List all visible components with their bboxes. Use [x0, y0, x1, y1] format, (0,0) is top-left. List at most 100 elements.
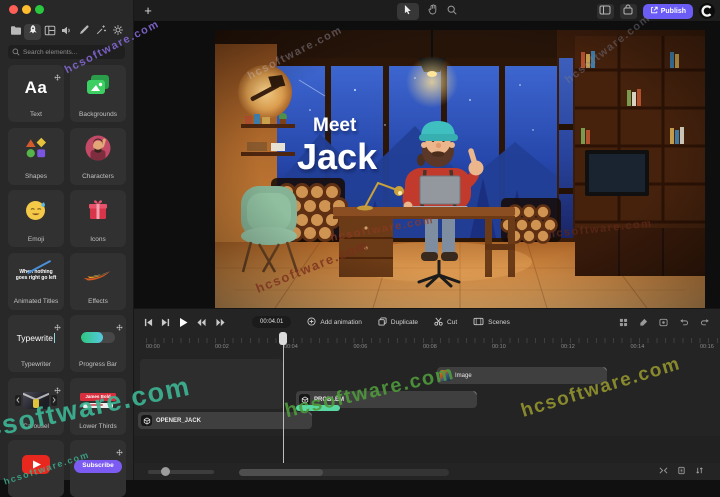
duplicate-icon [378, 317, 387, 328]
hand-tool-button[interactable] [428, 2, 438, 20]
tile-shapes[interactable]: Shapes [8, 128, 64, 185]
tile-label: Lower Thirds [70, 424, 126, 431]
tile-subscribe[interactable]: Subscribe [70, 440, 126, 497]
maximize-window-button[interactable] [35, 5, 44, 14]
tile-label: Text [8, 112, 64, 119]
zoom-slider-knob[interactable] [161, 467, 170, 476]
export-icon [650, 6, 658, 16]
timeline-right-tools [619, 318, 710, 327]
draw-tab[interactable] [75, 24, 92, 40]
magnifier-icon [447, 2, 457, 20]
scenes-button[interactable]: Scenes [473, 317, 510, 328]
tile-label: Animated Titles [8, 299, 64, 306]
close-window-button[interactable] [9, 5, 18, 14]
duplicate-button[interactable]: Duplicate [378, 317, 418, 328]
timeline-bottom-bar [134, 462, 720, 480]
fit-timeline-button[interactable] [659, 466, 668, 475]
plus-circle-icon [307, 317, 316, 328]
scissors-icon [434, 317, 443, 328]
tile-lower-thirds[interactable]: James Bold Lower Thirds [70, 378, 126, 435]
account-avatar[interactable] [699, 3, 715, 19]
active-scene-region [140, 359, 283, 409]
carousel-preview [15, 392, 57, 409]
tile-label: Shapes [8, 174, 64, 181]
animation-segment[interactable] [296, 405, 340, 411]
timeline-tracks[interactable]: Image PROBLEM OPENER_JACK [134, 357, 720, 463]
lower-third-subtitle [83, 403, 113, 408]
tile-label: Characters [70, 174, 126, 181]
zoom-tool-button[interactable] [447, 2, 457, 20]
tile-emoji[interactable]: Emoji [8, 190, 64, 247]
fast-forward-button[interactable] [215, 318, 226, 327]
animated-title-preview: When nothing goes right go left [13, 269, 59, 281]
chevron-left-icon [15, 395, 21, 406]
tile-effects[interactable]: Effects [70, 253, 126, 310]
folder-icon [10, 23, 22, 41]
search-elements-box[interactable] [8, 45, 125, 59]
tile-typewriter[interactable]: Typewrite Typewriter [8, 315, 64, 372]
clip-opener-jack[interactable]: OPENER_JACK [138, 412, 312, 429]
assets-bag-button[interactable] [620, 4, 637, 19]
templates-tab[interactable] [41, 24, 58, 40]
zoom-slider-track[interactable] [148, 470, 214, 474]
lower-third-name: James Bold [80, 393, 115, 402]
add-scene-button[interactable]: + [141, 1, 155, 21]
speaker-icon [61, 23, 73, 41]
tile-icons[interactable]: Icons [70, 190, 126, 247]
tile-label: Effects [70, 299, 126, 306]
cut-button[interactable]: Cut [434, 317, 457, 328]
skip-start-button[interactable] [144, 318, 153, 327]
elements-tab[interactable] [24, 24, 41, 40]
tile-progress-bar[interactable]: Progress Bar [70, 315, 126, 372]
audio-tab[interactable] [58, 24, 75, 40]
caret [54, 333, 56, 343]
scene-cube-icon [299, 394, 310, 405]
magic-tab[interactable] [92, 24, 109, 40]
files-tab[interactable] [7, 24, 24, 40]
timeline-actions: Add animation Duplicate Cut Scenes [307, 317, 509, 328]
ruler-label: 00:14 [631, 345, 645, 351]
skip-end-button[interactable] [161, 318, 170, 327]
settings-tab[interactable] [109, 24, 126, 40]
bag-icon [622, 2, 634, 20]
marker-pen-button[interactable] [639, 318, 648, 327]
add-animation-button[interactable]: Add animation [307, 317, 362, 328]
tile-text[interactable]: Aa Text [8, 65, 64, 122]
scrollbar-thumb[interactable] [239, 469, 323, 476]
playhead-handle[interactable] [279, 332, 287, 345]
tile-characters[interactable]: Characters [70, 128, 126, 185]
search-input[interactable] [23, 49, 121, 56]
tile-backgrounds[interactable]: Backgrounds [70, 65, 126, 122]
timeline-panel: 00:04.01 Add animation Duplicate Cut [134, 308, 720, 480]
pages-button[interactable] [677, 466, 686, 475]
image-thumbnail [440, 370, 451, 381]
tile-carousel[interactable]: Carousel [8, 378, 64, 435]
redo-button[interactable] [700, 318, 710, 327]
transport-controls [144, 317, 226, 328]
app-window: Aa Text Backgrounds Shapes Characters Em… [0, 0, 720, 480]
frame-capture-button[interactable] [659, 318, 668, 327]
tile-youtube[interactable] [8, 440, 64, 497]
horizontal-scrollbar[interactable] [239, 469, 449, 476]
backgrounds-icon [85, 74, 111, 101]
undo-button[interactable] [679, 318, 689, 327]
publish-button[interactable]: Publish [643, 4, 693, 19]
publish-label: Publish [661, 8, 686, 15]
rewind-button[interactable] [196, 318, 207, 327]
grid-view-button[interactable] [619, 318, 628, 327]
select-tool-button[interactable] [397, 3, 419, 20]
minimize-window-button[interactable] [22, 5, 31, 14]
clip-image[interactable]: Image [437, 367, 607, 384]
ruler-label: 00:12 [561, 345, 575, 351]
carousel-image [23, 392, 49, 409]
video-preview-frame[interactable]: Meet Jack [215, 30, 705, 308]
rocket-icon [27, 23, 39, 41]
play-button[interactable] [178, 317, 188, 328]
flame-icon [80, 263, 116, 288]
cursor-icon [404, 2, 413, 20]
tile-animated-titles[interactable]: When nothing goes right go left Animated… [8, 253, 64, 310]
timeline-ruler[interactable]: 00:00 00:02 00:04 00:06 00:08 00:10 00:1… [134, 335, 720, 357]
top-toolbar: + Publish [134, 0, 720, 22]
sort-tracks-button[interactable] [695, 466, 704, 475]
toggle-panel-button[interactable] [597, 4, 614, 19]
